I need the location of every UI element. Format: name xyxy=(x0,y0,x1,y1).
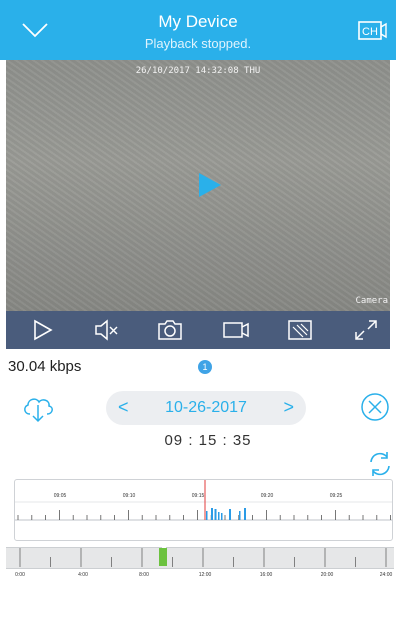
day-tick-label: 20:00 xyxy=(320,572,334,578)
next-date-button[interactable]: > xyxy=(283,397,294,418)
recording-segment xyxy=(239,511,241,520)
fullscreen-icon[interactable] xyxy=(352,317,380,343)
play-icon xyxy=(199,173,221,197)
snapshot-icon[interactable] xyxy=(156,317,184,343)
recording-segment xyxy=(211,508,213,520)
refresh-icon xyxy=(370,452,390,476)
mute-icon[interactable] xyxy=(92,317,120,343)
date-picker: < 10-26-2017 > xyxy=(106,391,306,425)
selected-date[interactable]: 10-26-2017 xyxy=(106,399,306,417)
close-playback-button[interactable] xyxy=(360,392,390,427)
bitrate-readout: 30.04 kbps xyxy=(8,358,82,375)
recording-segment xyxy=(206,511,208,520)
zoomed-timeline[interactable]: 09:05 09:10 09:15 09:20 09:25 xyxy=(14,479,393,541)
cloud-download-icon xyxy=(24,398,53,423)
aspect-icon[interactable] xyxy=(286,317,314,343)
day-tick-label: 8:00 xyxy=(139,572,149,578)
recording-segment xyxy=(229,509,231,520)
record-icon[interactable] xyxy=(222,317,250,343)
video-timestamp: 26/10/2017 14:32:08 THU xyxy=(135,66,261,76)
close-circle-icon xyxy=(361,393,389,421)
day-tick-label: 4:00 xyxy=(78,572,88,578)
camera-label: Camera xyxy=(355,296,388,306)
recording-segment xyxy=(244,508,246,520)
play-icon[interactable] xyxy=(28,317,56,343)
day-timeline[interactable]: 0:00 4:00 8:00 12:00 16:00 20:00 24:00 xyxy=(6,547,394,589)
zoom-tick-label: 09:20 xyxy=(260,493,274,499)
recording-segment xyxy=(214,509,217,520)
notification-badge: 1 xyxy=(198,360,212,374)
top-bar: My Device Playback stopped. CH xyxy=(0,0,396,60)
recording-segment xyxy=(221,513,223,520)
day-tick-label: 16:00 xyxy=(259,572,273,578)
current-playback-time: 09 : 15 : 35 xyxy=(164,432,252,449)
zoom-tick-label: 09:25 xyxy=(329,493,343,499)
zoom-tick-label: 09:10 xyxy=(122,493,136,499)
zoomed-timeline-graphic xyxy=(15,480,392,521)
day-timeline-graphic xyxy=(19,547,387,567)
player-toolbar xyxy=(6,311,390,349)
play-overlay-button[interactable] xyxy=(198,172,222,203)
recording-segment xyxy=(218,512,220,520)
day-tick-label: 12:00 xyxy=(198,572,212,578)
cloud-download-button[interactable] xyxy=(20,392,56,429)
channel-icon: CH xyxy=(358,21,387,40)
day-tick-label: 24:00 xyxy=(379,572,393,578)
playback-status: Playback stopped. xyxy=(144,36,252,51)
zoom-tick-label: 09:15 xyxy=(191,493,205,499)
day-tick-label: 0:00 xyxy=(15,572,25,578)
device-title: My Device xyxy=(158,12,238,31)
video-viewport[interactable]: 26/10/2017 14:32:08 THU Camera xyxy=(6,60,390,311)
day-recording-segment xyxy=(159,548,167,566)
svg-text:CH: CH xyxy=(362,26,378,38)
zoom-tick-label: 09:05 xyxy=(53,493,67,499)
channel-button[interactable]: CH xyxy=(358,20,388,47)
